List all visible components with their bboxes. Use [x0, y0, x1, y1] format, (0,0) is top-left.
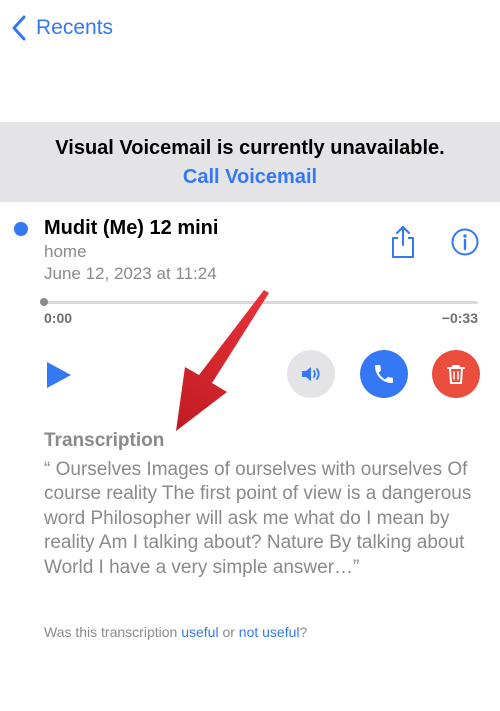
play-icon[interactable] [44, 360, 74, 390]
navigation-bar: Recents [0, 0, 500, 60]
voicemail-date: June 12, 2023 at 11:24 [44, 264, 217, 283]
caller-label: home [44, 242, 87, 261]
info-icon[interactable] [450, 227, 480, 257]
feedback-suffix: ? [299, 624, 308, 640]
call-voicemail-link[interactable]: Call Voicemail [0, 166, 500, 189]
not-useful-link[interactable]: not useful [239, 624, 300, 640]
banner-message: Visual Voicemail is currently unavailabl… [55, 137, 445, 159]
playback-scrubber-handle[interactable] [40, 298, 48, 306]
phone-icon [375, 365, 393, 383]
chevron-left-icon [12, 15, 26, 41]
transcription-feedback: Was this transcription useful or not use… [44, 624, 307, 640]
feedback-or: or [218, 624, 239, 640]
delete-button[interactable] [432, 350, 480, 398]
trash-icon [447, 365, 465, 384]
back-label: Recents [36, 16, 114, 39]
speaker-button[interactable] [287, 350, 335, 398]
annotation-arrow [176, 290, 269, 431]
useful-link[interactable]: useful [181, 624, 218, 640]
unheard-indicator [14, 222, 28, 236]
transcription-text: “ Ourselves Images of ourselves with our… [44, 459, 472, 578]
caller-name: Mudit (Me) 12 mini [44, 217, 219, 239]
speaker-icon [302, 367, 320, 381]
feedback-prefix: Was this transcription [44, 624, 182, 640]
share-icon[interactable] [388, 224, 418, 260]
elapsed-time: 0:00 [44, 310, 73, 326]
call-back-button[interactable] [360, 350, 408, 398]
transcription-heading: Transcription [44, 430, 165, 451]
back-button[interactable]: Recents [10, 12, 113, 44]
voicemail-unavailable-banner: Visual Voicemail is currently unavailabl… [0, 122, 500, 202]
playback-scrubber-track[interactable] [44, 301, 478, 304]
remaining-time: −0:33 [441, 310, 478, 326]
